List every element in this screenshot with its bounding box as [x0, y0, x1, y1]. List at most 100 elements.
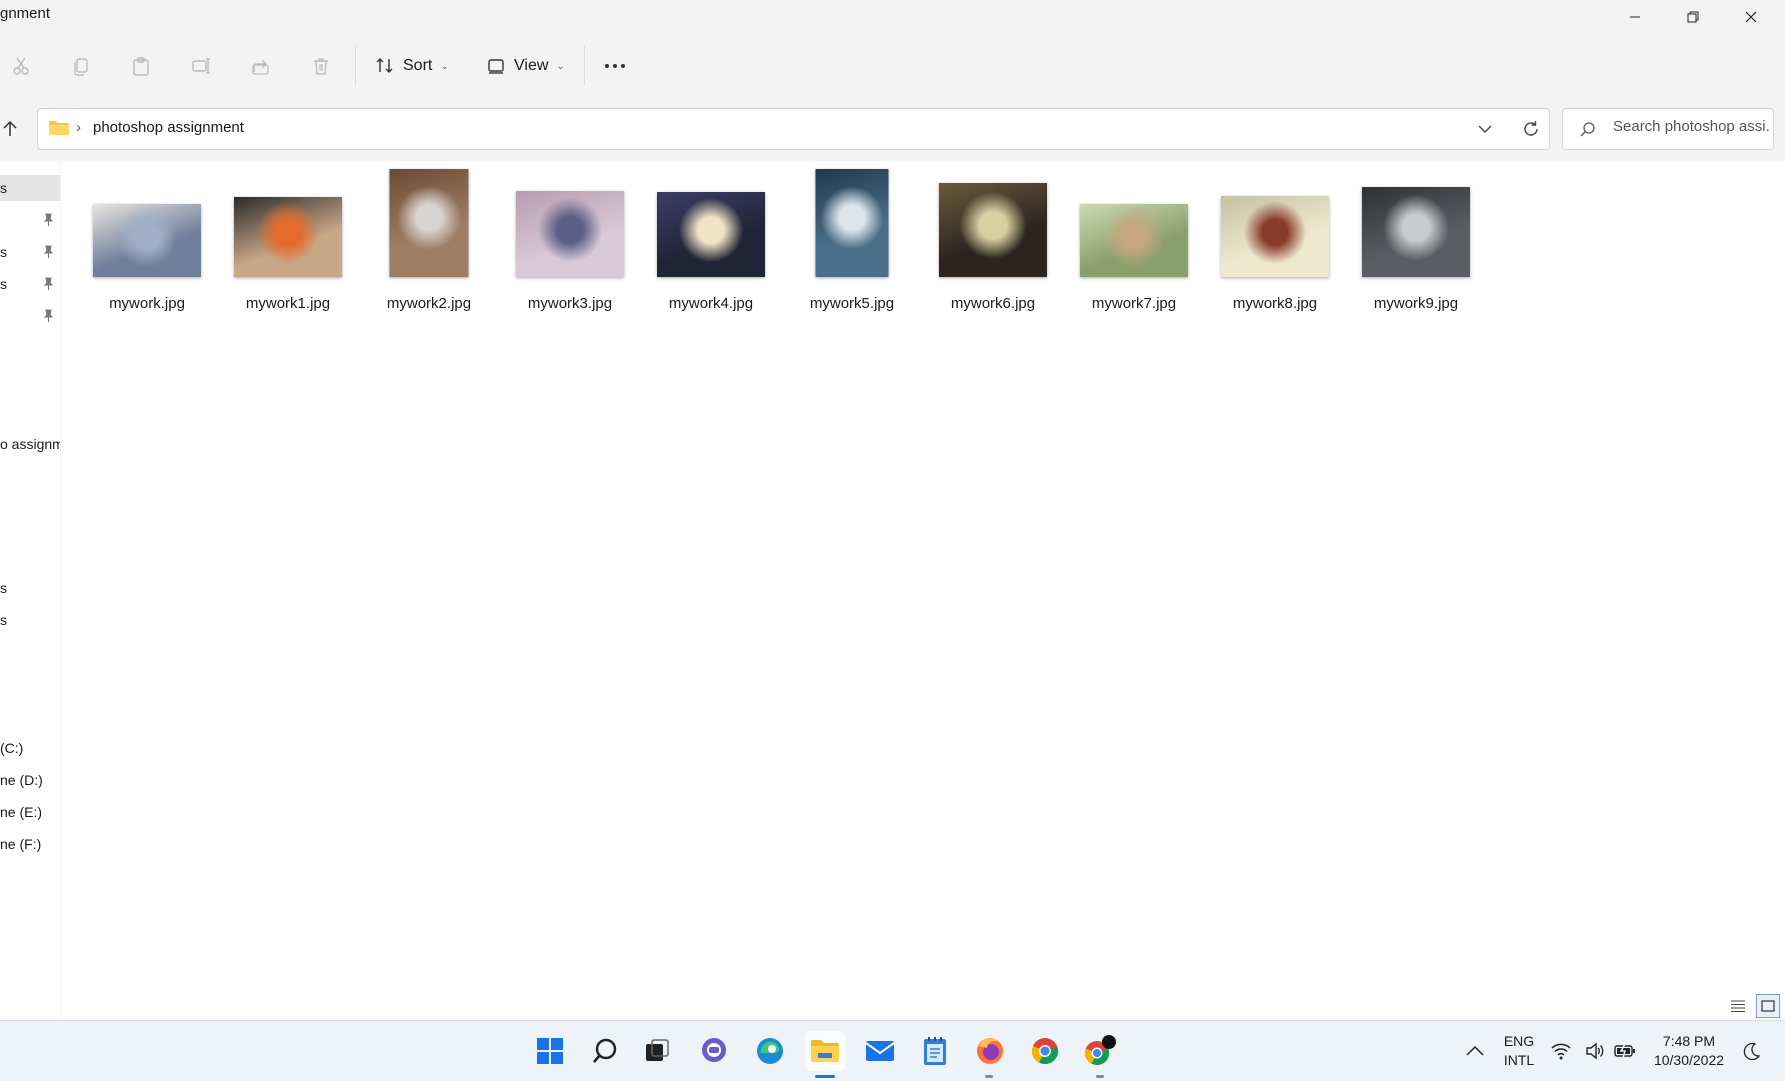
nav-item-folder[interactable]: s [0, 575, 60, 601]
file-thumbnail [815, 169, 889, 277]
file-item[interactable]: mywork4.jpg [641, 171, 781, 312]
nav-item-label: ne (E:) [0, 804, 43, 820]
chrome-profile-button[interactable] [1080, 1031, 1120, 1071]
notifications-button[interactable] [1737, 1031, 1767, 1071]
notepad-button[interactable] [915, 1031, 955, 1071]
firefox-icon [977, 1038, 1003, 1064]
nav-item-label: s [0, 580, 7, 596]
chevron-up-icon [1466, 1045, 1484, 1056]
more-options-button[interactable] [599, 50, 631, 82]
file-item[interactable]: mywork6.jpg [923, 171, 1063, 312]
nav-item-label: o assignm [0, 436, 60, 452]
close-button[interactable] [1722, 0, 1780, 34]
windows-start-icon [537, 1038, 563, 1064]
sort-button[interactable]: Sort ⌄ [375, 48, 449, 84]
taskbar-search-button[interactable] [585, 1031, 625, 1071]
start-button[interactable] [530, 1031, 570, 1071]
mail-button[interactable] [860, 1031, 900, 1071]
pin-icon [43, 213, 54, 226]
teams-chat-icon [702, 1038, 726, 1062]
battery-button[interactable] [1612, 1031, 1638, 1071]
view-toggle-group [1726, 994, 1780, 1018]
file-item[interactable]: mywork3.jpg [500, 171, 640, 312]
file-thumbnail [1221, 196, 1329, 277]
nav-item-pinned[interactable]: s [0, 271, 60, 297]
chrome-icon [1032, 1038, 1059, 1065]
search-input[interactable] [1611, 117, 1773, 136]
file-item[interactable]: mywork2.jpg [359, 169, 499, 312]
file-name: mywork1.jpg [245, 295, 331, 312]
file-item[interactable]: mywork5.jpg [782, 169, 922, 312]
nav-item-label: s [0, 244, 7, 260]
arrow-up-icon [3, 120, 17, 136]
toolbar-separator [584, 46, 585, 86]
rename-icon [192, 58, 210, 74]
nav-item-pinned[interactable]: s [0, 239, 60, 265]
file-thumbnail [93, 204, 201, 277]
file-item[interactable]: mywork9.jpg [1346, 171, 1486, 312]
file-name: mywork9.jpg [1373, 295, 1459, 312]
wifi-button[interactable] [1548, 1031, 1574, 1071]
share-button[interactable] [245, 50, 277, 82]
show-hidden-icons-button[interactable] [1455, 1031, 1495, 1071]
nav-item-drive-d[interactable]: ne (D:) [0, 767, 60, 793]
restore-button[interactable] [1664, 0, 1722, 34]
keyboard-layout: INTL [1503, 1052, 1535, 1068]
minimize-button[interactable] [1606, 0, 1664, 34]
file-thumbnail [939, 183, 1047, 277]
file-item[interactable]: mywork.jpg [77, 171, 217, 312]
nav-item-photoshop-assignment[interactable]: o assignm [0, 431, 60, 457]
active-app-indicator [815, 1075, 835, 1078]
nav-item-label: s [0, 180, 7, 196]
nav-item-pinned[interactable] [0, 207, 60, 233]
breadcrumb-folder[interactable]: photoshop assignment [93, 119, 244, 136]
up-button[interactable] [0, 113, 26, 145]
file-name: mywork5.jpg [809, 295, 895, 312]
sort-icon [376, 58, 393, 73]
volume-button[interactable] [1582, 1031, 1608, 1071]
breadcrumb-chevron-icon: › [76, 119, 81, 136]
scissors-icon [13, 57, 29, 75]
copy-button[interactable] [65, 50, 97, 82]
nav-item-folder[interactable]: s [0, 607, 60, 633]
file-name: mywork7.jpg [1091, 295, 1177, 312]
cut-button[interactable] [5, 50, 37, 82]
view-button[interactable]: View ⌄ [486, 48, 565, 84]
address-bar[interactable]: › photoshop assignment [37, 108, 1550, 150]
nav-item-drive-e[interactable]: ne (E:) [0, 799, 60, 825]
task-view-button[interactable] [637, 1031, 677, 1071]
language-indicator[interactable]: ENG INTL [1497, 1032, 1541, 1070]
restore-icon [1687, 11, 1699, 23]
refresh-icon[interactable] [1522, 120, 1540, 138]
nav-item-label: ne (F:) [0, 836, 42, 852]
rename-button[interactable] [185, 50, 217, 82]
more-dots-icon [605, 64, 625, 68]
chevron-down-icon: ⌄ [440, 60, 449, 72]
chat-button[interactable] [694, 1031, 734, 1071]
large-icons-view-icon [1761, 1000, 1775, 1012]
firefox-button[interactable] [970, 1031, 1010, 1071]
nav-item-label: (C:) [0, 740, 24, 756]
file-item[interactable]: mywork7.jpg [1064, 171, 1204, 312]
paste-button[interactable] [125, 50, 157, 82]
nav-item-pinned[interactable] [0, 303, 60, 329]
running-app-indicator [985, 1075, 993, 1078]
chrome-button[interactable] [1025, 1031, 1065, 1071]
search-box[interactable] [1562, 108, 1774, 150]
nav-item-drive-f[interactable]: ne (F:) [0, 831, 60, 857]
file-explorer-button[interactable] [805, 1031, 845, 1071]
edge-button[interactable] [750, 1031, 790, 1071]
tiles-view-button[interactable] [1756, 994, 1780, 1018]
chevron-down-icon[interactable] [1478, 124, 1492, 134]
file-item[interactable]: mywork1.jpg [218, 171, 358, 312]
clock-date: 10/30/2022 [1653, 1052, 1725, 1068]
file-thumbnail [1362, 187, 1470, 277]
chrome-profile-icon [1084, 1035, 1116, 1065]
nav-item-quick-access[interactable]: s [0, 175, 60, 201]
details-view-button[interactable] [1726, 994, 1750, 1018]
clock[interactable]: 7:48 PM 10/30/2022 [1646, 1032, 1732, 1070]
delete-button[interactable] [305, 50, 337, 82]
file-thumbnail [657, 192, 765, 277]
file-item[interactable]: mywork8.jpg [1205, 171, 1345, 312]
nav-item-drive-c[interactable]: (C:) [0, 735, 60, 761]
